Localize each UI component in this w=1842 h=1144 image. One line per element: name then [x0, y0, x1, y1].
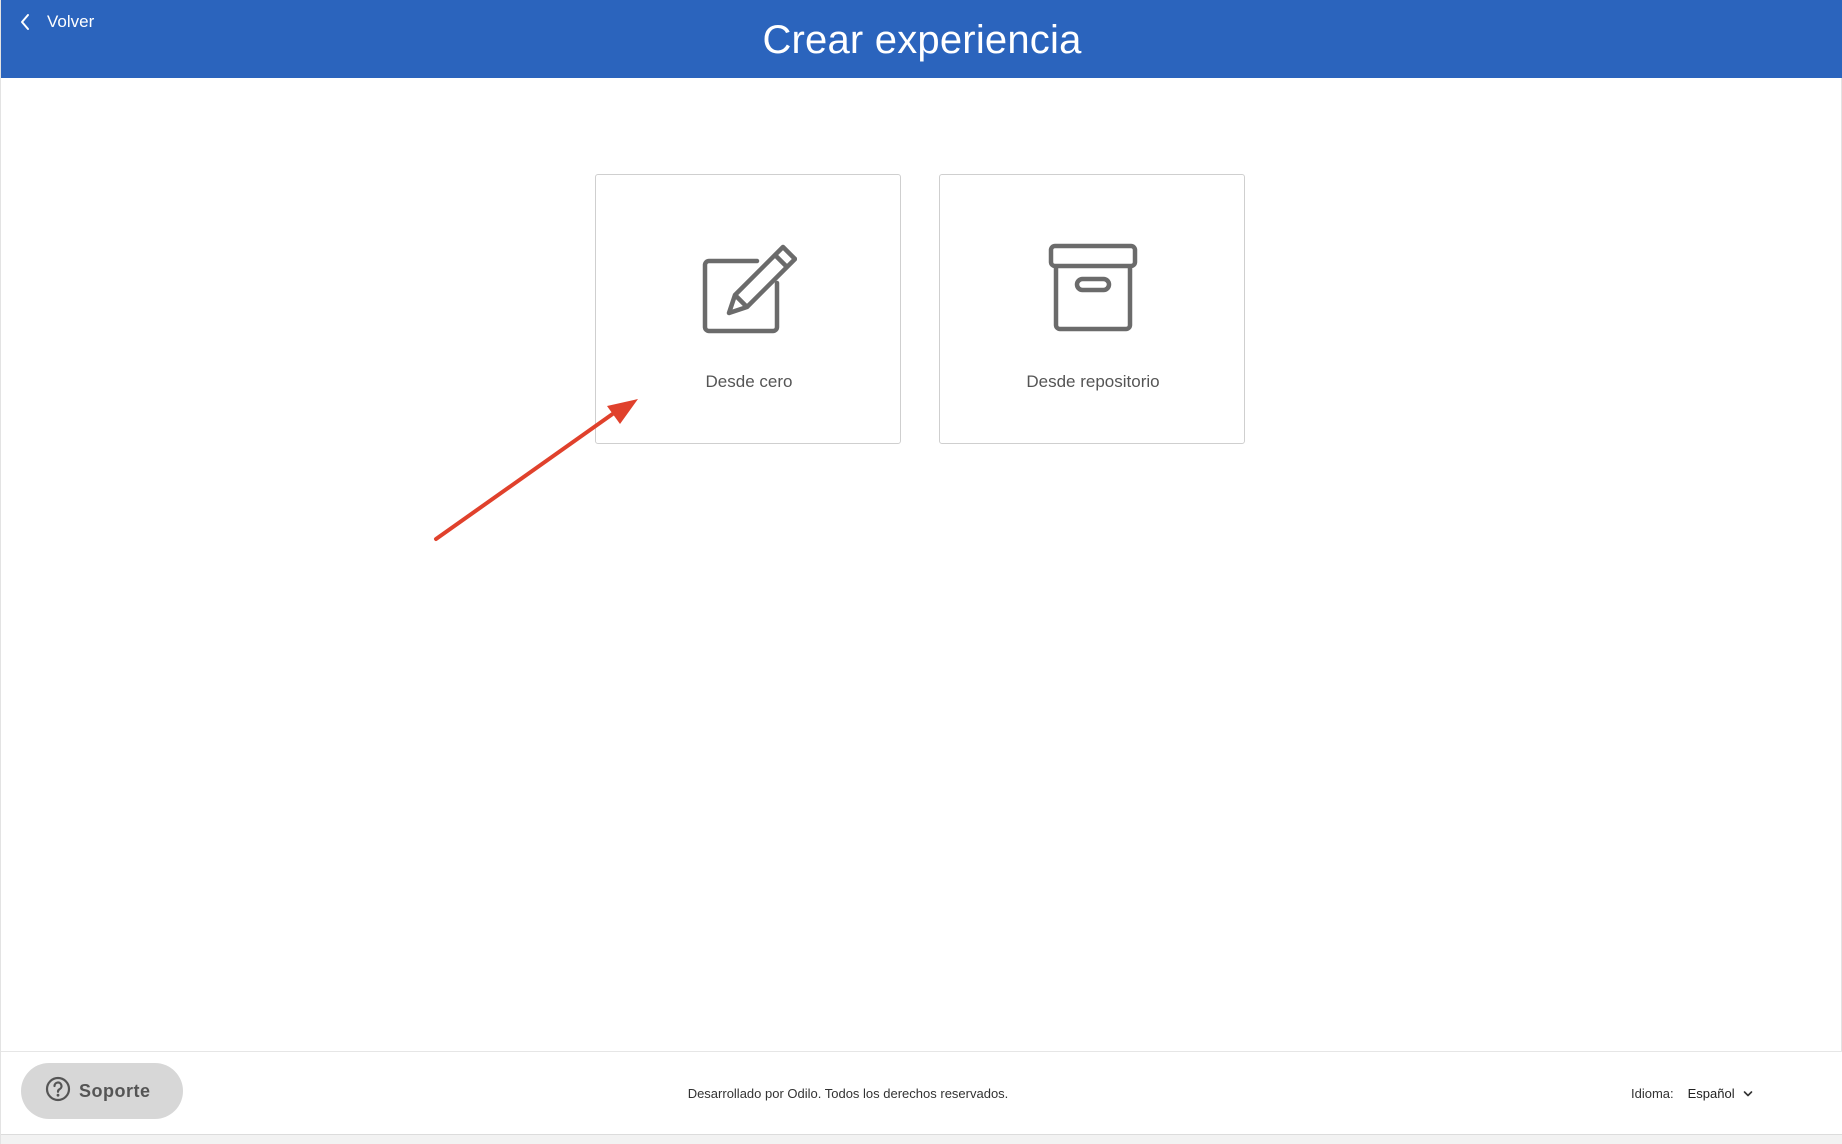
option-card-label: Desde cero: [705, 372, 793, 391]
footer: Soporte Desarrollado por Odilo. Todos lo…: [1, 1051, 1842, 1136]
option-card-from-repository[interactable]: Desde repositorio: [939, 174, 1245, 444]
chevron-down-icon: [1743, 1086, 1753, 1101]
language-selector-area: Idioma: Español: [1631, 1086, 1753, 1101]
language-label: Idioma:: [1631, 1086, 1674, 1101]
option-card-label: Desde repositorio: [1026, 372, 1160, 391]
page-title: Crear experiencia: [762, 18, 1082, 62]
edit-icon: [596, 243, 902, 335]
option-card-from-scratch[interactable]: Desde cero: [595, 174, 901, 444]
footer-bottom-border: [1, 1134, 1842, 1144]
language-value: Español: [1687, 1086, 1735, 1101]
language-dropdown[interactable]: Español: [1688, 1086, 1753, 1101]
creation-options: Desde cero Desde repositorio: [595, 174, 1245, 444]
footer-copyright: Desarrollado por Odilo. Todos los derech…: [687, 1086, 1009, 1101]
page: Volver Crear experiencia Desde cero Desd…: [0, 0, 1842, 1144]
header-bar: Volver Crear experiencia: [1, 0, 1842, 78]
annotation-arrow: [434, 399, 638, 541]
archive-box-icon: [940, 243, 1246, 333]
